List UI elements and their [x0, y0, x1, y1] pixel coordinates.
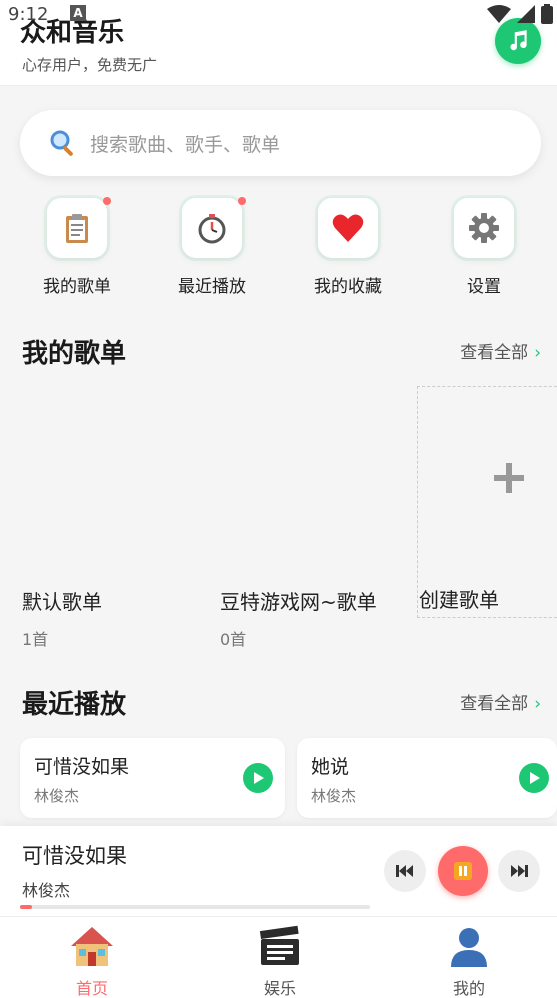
gear-icon	[469, 213, 499, 243]
quick-recent[interactable]: 最近播放	[162, 196, 262, 297]
clapperboard-icon	[259, 925, 299, 965]
quick-my-playlists[interactable]: 我的歌单	[27, 196, 127, 297]
progress-bar[interactable]	[20, 905, 370, 909]
section-title-my-playlists: 我的歌单	[22, 339, 127, 369]
signal-icon	[517, 5, 535, 23]
skip-previous-icon	[396, 865, 413, 877]
recent-song-card[interactable]: 她说 林俊杰	[297, 738, 557, 818]
person-icon	[451, 928, 487, 967]
quick-icon-box	[182, 197, 246, 258]
tab-home[interactable]: 首页	[42, 923, 142, 998]
playlist-name: 豆特游戏网~歌单	[220, 590, 377, 614]
stopwatch-icon	[198, 214, 226, 244]
quick-favorites[interactable]: 我的收藏	[298, 196, 398, 297]
playlist-count: 1首	[22, 630, 49, 649]
quick-icon-box	[47, 197, 111, 258]
create-playlist-label: 创建歌单	[419, 588, 499, 612]
tab-label: 我的	[452, 979, 485, 998]
quick-label: 我的收藏	[314, 277, 382, 297]
pause-icon	[454, 862, 472, 880]
playlist-name: 默认歌单	[22, 590, 102, 614]
see-all-label: 查看全部	[460, 694, 529, 714]
quick-label: 设置	[467, 277, 501, 297]
quick-label: 我的歌单	[43, 277, 111, 297]
tab-icon-wrap	[419, 923, 519, 969]
see-all-label: 查看全部	[460, 343, 529, 363]
song-artist: 林俊杰	[311, 787, 357, 805]
song-title: 可惜没如果	[34, 756, 130, 778]
play-button[interactable]	[519, 763, 549, 793]
song-artist: 林俊杰	[34, 787, 80, 805]
clipboard-icon	[66, 214, 88, 243]
battery-icon	[541, 4, 553, 24]
see-all-playlists-link[interactable]: 查看全部 ›	[460, 338, 541, 363]
play-button[interactable]	[243, 763, 273, 793]
search-placeholder: 搜索歌曲、歌手、歌单	[90, 133, 281, 156]
house-icon	[71, 927, 113, 966]
status-bar: 9:12 A	[0, 0, 557, 25]
see-all-recent-link[interactable]: 查看全部 ›	[460, 689, 541, 714]
playlist-count: 0首	[220, 630, 247, 649]
tab-label: 首页	[75, 979, 108, 998]
tab-label: 娱乐	[263, 979, 296, 998]
notification-dot	[103, 197, 111, 205]
search-icon	[50, 130, 73, 156]
section-title-recent: 最近播放	[22, 690, 127, 720]
now-playing-title: 可惜没如果	[22, 844, 127, 868]
song-title: 她说	[311, 756, 350, 778]
app-logo[interactable]	[495, 18, 541, 64]
skip-next-icon	[511, 865, 528, 877]
app-subtitle: 心存用户，免费无广	[22, 56, 158, 74]
plus-icon	[494, 463, 524, 493]
pause-button[interactable]	[438, 846, 488, 896]
next-button[interactable]	[498, 850, 540, 892]
tab-icon-wrap	[42, 923, 142, 969]
status-icons	[487, 4, 553, 24]
music-note-icon	[510, 30, 527, 51]
chevron-right-icon: ›	[534, 343, 541, 363]
previous-button[interactable]	[384, 850, 426, 892]
quick-icon-box	[318, 198, 378, 258]
chevron-right-icon: ›	[534, 694, 541, 714]
quick-icon-box	[454, 198, 514, 258]
now-playing-artist: 林俊杰	[22, 881, 71, 900]
status-indicator: A	[70, 5, 86, 21]
play-icon	[254, 772, 264, 784]
quick-entries: 我的歌单 最近播放 我的收藏 设置	[0, 196, 557, 306]
tab-mine[interactable]: 我的	[419, 923, 519, 998]
quick-label: 最近播放	[178, 277, 246, 297]
tab-icon-wrap	[230, 923, 330, 969]
notification-dot	[238, 197, 246, 205]
recent-song-card[interactable]: 可惜没如果 林俊杰	[20, 738, 285, 818]
mini-player[interactable]: 可惜没如果 林俊杰	[0, 826, 557, 916]
play-icon	[530, 772, 540, 784]
status-time: 9:12	[8, 4, 49, 25]
wifi-icon	[487, 5, 511, 23]
quick-settings[interactable]: 设置	[434, 196, 534, 297]
tab-entertainment[interactable]: 娱乐	[230, 923, 330, 998]
progress-fill	[20, 905, 33, 909]
heart-icon	[332, 214, 364, 242]
bottom-tab-bar: 首页 娱乐 我的	[0, 916, 557, 998]
search-input[interactable]: 搜索歌曲、歌手、歌单	[20, 110, 541, 176]
